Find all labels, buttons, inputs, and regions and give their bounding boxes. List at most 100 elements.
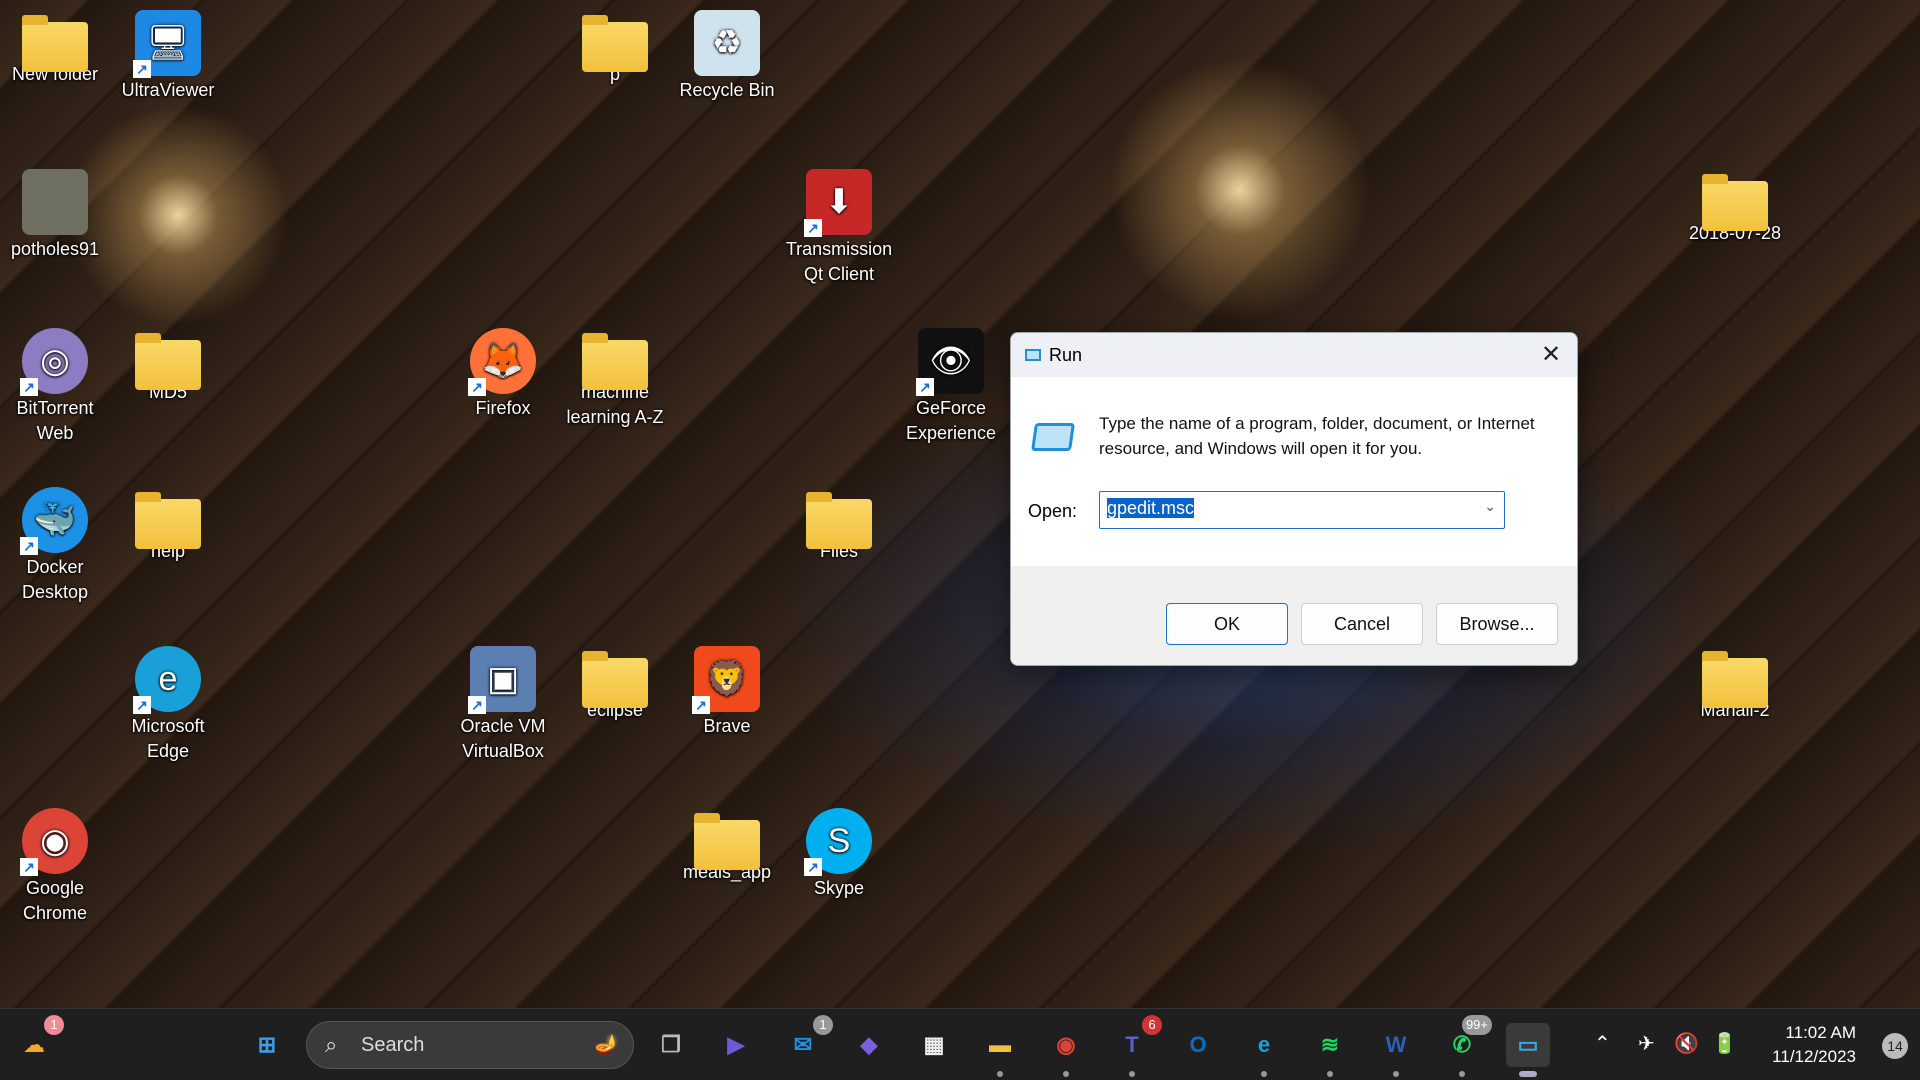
desktop-icon-label: Microsoft Edge — [131, 716, 205, 761]
date: 11/12/2023 — [1772, 1047, 1856, 1066]
shortcut-arrow-icon: ↗ — [692, 696, 710, 714]
image-thumbnail-icon — [22, 169, 88, 235]
folder-icon — [1702, 651, 1768, 708]
battery-icon[interactable]: 🔋 — [1712, 1031, 1737, 1056]
desktop-icon-ultraviewer[interactable]: 🖥 ↗ UltraViewer — [112, 6, 224, 103]
desktop-icon-meals-app[interactable]: meals_app — [671, 804, 783, 885]
desktop-icon-2018-07-28[interactable]: 2018-07-28 — [1679, 165, 1791, 246]
desktop-icon-label: Google Chrome — [22, 878, 88, 923]
badge: 1 — [813, 1015, 833, 1035]
start-button-icon: ⊞ — [257, 1032, 277, 1057]
desktop-icon-google-chrome[interactable]: ◉ ↗ Google Chrome — [0, 804, 111, 926]
shortcut-arrow-icon: ↗ — [468, 696, 486, 714]
desktop-icon-manali-2[interactable]: Manali-2 — [1679, 642, 1791, 723]
weather-widget[interactable]: ☁ 1 — [12, 1015, 64, 1067]
desktop-icon-microsoft-edge[interactable]: e ↗ Microsoft Edge — [112, 642, 224, 764]
taskbar-teams[interactable]: T6 — [1110, 1015, 1162, 1077]
taskbar-spotify[interactable]: ≋ — [1308, 1023, 1352, 1077]
ultraviewer-icon: 🖥 ↗ — [133, 10, 201, 78]
taskbar-mail[interactable]: ✉ 1 — [781, 1015, 833, 1067]
title-bar[interactable]: Run — [1011, 333, 1577, 377]
brave-icon: 🦁 ↗ — [692, 646, 760, 714]
desktop-icon-potholes91[interactable]: potholes91 — [0, 165, 111, 262]
taskbar-outlook[interactable]: O — [1176, 1023, 1220, 1067]
desktop-icon-help[interactable]: help — [112, 483, 224, 564]
taskbar-word[interactable]: W — [1374, 1023, 1418, 1077]
folder-icon — [135, 333, 201, 390]
taskbar-microsoft-store[interactable]: ▦ — [912, 1023, 956, 1067]
taskbar-meet-now[interactable]: ▶ — [714, 1023, 758, 1067]
whatsapp-icon: ✆ — [1452, 1032, 1472, 1057]
taskbar-whatsapp[interactable]: ✆ 99+ — [1440, 1015, 1492, 1077]
mute-icon[interactable]: 🔇 — [1674, 1031, 1699, 1056]
desktop-icon-oracle-vm-virtualbox[interactable]: ▣ ↗ Oracle VM VirtualBox — [447, 642, 559, 764]
taskbar-run[interactable]: ▭ — [1506, 1023, 1550, 1077]
spotify-icon: ≋ — [1320, 1032, 1340, 1057]
desktop-icon-eclipse[interactable]: eclipse — [559, 642, 671, 723]
badge: 6 — [1142, 1015, 1162, 1035]
browse-button[interactable]: Browse... — [1436, 603, 1558, 645]
running-indicator — [1261, 1071, 1267, 1077]
edge-icon: e — [1257, 1032, 1271, 1057]
chrome-icon: ◉ ↗ — [20, 808, 88, 876]
desktop-icon-bittorrent-web[interactable]: ◎ ↗ BitTorrent Web — [0, 324, 111, 446]
open-input-value: gpedit.msc — [1107, 498, 1195, 518]
desktop-icon-p[interactable]: p — [559, 6, 671, 87]
taskbar-copilot[interactable]: ◆ — [847, 1023, 891, 1067]
search-box[interactable]: ⌕ Search 🪔 — [306, 1021, 634, 1069]
weather-badge: 1 — [44, 1015, 64, 1035]
word-icon: W — [1385, 1032, 1407, 1057]
desktop-icon-brave[interactable]: 🦁 ↗ Brave — [671, 642, 783, 739]
meet-now-icon: ▶ — [727, 1032, 745, 1057]
airplane-icon[interactable]: ✈ — [1638, 1031, 1655, 1056]
search-icon: ⌕ — [325, 1032, 338, 1057]
running-indicator — [1327, 1071, 1333, 1077]
folder-icon — [582, 333, 648, 390]
edge-icon: e ↗ — [133, 646, 201, 714]
close-button[interactable]: ✕ — [1535, 339, 1567, 371]
taskbar-chrome[interactable]: ◉ — [1044, 1023, 1088, 1077]
desktop-icon-machine-learning-a-z[interactable]: machine learning A-Z — [559, 324, 671, 430]
running-indicator — [997, 1071, 1003, 1077]
ok-button[interactable]: OK — [1166, 603, 1288, 645]
desktop-icon-skype[interactable]: S ↗ Skype — [783, 804, 895, 901]
shortcut-arrow-icon: ↗ — [20, 537, 38, 555]
desktop-icon-label: Transmission Qt Client — [785, 239, 893, 284]
desktop-icon-transmission-qt-client[interactable]: ⬇ ↗ Transmission Qt Client — [783, 165, 895, 287]
copilot-icon: ◆ — [860, 1032, 878, 1057]
shortcut-arrow-icon: ↗ — [804, 219, 822, 237]
running-indicator — [1393, 1071, 1399, 1077]
desktop-icon-files[interactable]: Files — [783, 483, 895, 564]
folder-icon — [22, 15, 88, 72]
cancel-button[interactable]: Cancel — [1301, 603, 1423, 645]
taskbar-start-button[interactable]: ⊞ — [245, 1023, 289, 1067]
open-input[interactable]: gpedit.msc ⌄ — [1099, 491, 1505, 529]
chevron-down-icon[interactable]: ⌄ — [1484, 498, 1496, 515]
running-indicator — [1459, 1071, 1465, 1077]
desktop-icon-label: potholes91 — [10, 239, 100, 259]
desktop-icon-geforce-experience[interactable]: 👁 ↗ GeForce Experience — [895, 324, 1007, 446]
shortcut-arrow-icon: ↗ — [804, 858, 822, 876]
desktop-icon-label: UltraViewer — [121, 80, 215, 100]
taskbar-edge[interactable]: e — [1242, 1023, 1286, 1077]
desktop-icon-md5[interactable]: MD5 — [112, 324, 224, 405]
badge: 99+ — [1461, 1015, 1492, 1035]
desktop-icon-docker-desktop[interactable]: 🐳 ↗ Docker Desktop — [0, 483, 111, 605]
dialog-title: Run — [1049, 344, 1083, 365]
clock[interactable]: 11:02 AM 11/12/2023 — [1772, 1021, 1856, 1069]
shortcut-arrow-icon: ↗ — [20, 378, 38, 396]
notification-badge[interactable]: 14 — [1882, 1033, 1908, 1059]
taskbar-file-explorer[interactable]: ▬ — [978, 1023, 1022, 1077]
folder-icon — [582, 651, 648, 708]
folder-icon — [806, 492, 872, 549]
desktop-icon-label: Oracle VM VirtualBox — [460, 716, 546, 761]
desktop-icon-label: Firefox — [475, 398, 531, 418]
taskbar-task-view[interactable]: ❐ — [649, 1023, 693, 1067]
desktop-icon-new-folder[interactable]: New folder — [0, 6, 111, 87]
chevron-up-icon[interactable]: ⌃ — [1594, 1031, 1611, 1056]
folder-icon — [582, 15, 648, 72]
firefox-icon: 🦊 ↗ — [468, 328, 536, 396]
desktop-icon-recycle-bin[interactable]: ♻ Recycle Bin — [671, 6, 783, 103]
desktop-icon-firefox[interactable]: 🦊 ↗ Firefox — [447, 324, 559, 421]
description: Type the name of a program, folder, docu… — [1099, 414, 1535, 458]
